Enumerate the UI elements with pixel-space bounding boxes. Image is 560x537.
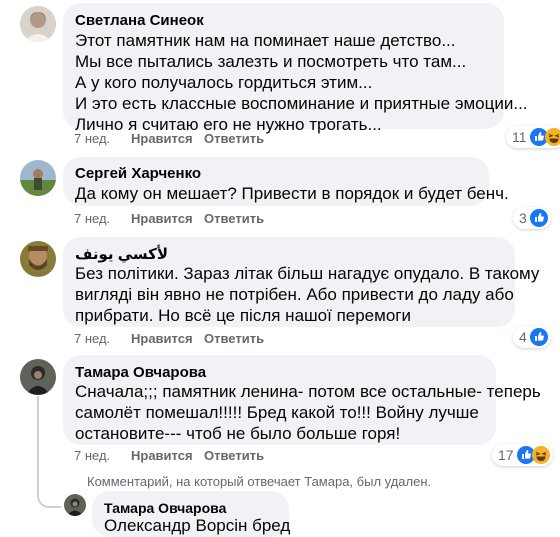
comment-bubble: Светлана Синеок Этот памятник нам на пом… bbox=[63, 3, 528, 134]
reaction-count: 3 bbox=[519, 210, 527, 226]
comment-text-line: И это есть классные воспоминание и прият… bbox=[75, 94, 528, 113]
like-icon bbox=[529, 209, 548, 227]
comment-text-line: Сначала;;; памятник ленина- потом все ос… bbox=[75, 382, 541, 401]
haha-icon bbox=[531, 446, 550, 464]
comment-time[interactable]: 7 нед. bbox=[74, 448, 110, 463]
reply-text: Олександр Ворсін бред bbox=[104, 515, 290, 536]
reaction-count: 11 bbox=[512, 129, 527, 145]
user-photo-icon bbox=[20, 241, 56, 277]
comment-text: Да кому он мешает? Привести в порядок и … bbox=[75, 183, 509, 204]
reply-button[interactable]: Ответить bbox=[204, 131, 264, 146]
avatar[interactable] bbox=[20, 6, 56, 42]
reply-text-line: Олександр Ворсін бред bbox=[104, 516, 291, 535]
comment-bubble: Сергей Харченко Да кому он мешает? Приве… bbox=[63, 157, 509, 206]
comment-text-line: Без політики. Зараз літак більш нагадує … bbox=[75, 264, 540, 283]
avatar[interactable] bbox=[20, 241, 56, 277]
comment-text: Этот памятник нам на поминает наше детст… bbox=[75, 30, 528, 135]
comment-text-line: остановите--- чтоб не было больше горя! bbox=[75, 424, 401, 443]
comment-bubble: لأكسي يونف Без політики. Зараз літак біл… bbox=[63, 237, 539, 327]
thread-line bbox=[37, 396, 39, 492]
like-button[interactable]: Нравится bbox=[131, 448, 193, 463]
reply-bubble: Тамара Овчарова Олександр Ворсін бред bbox=[92, 491, 290, 537]
comment-time[interactable]: 7 нед. bbox=[74, 331, 110, 346]
comment-text-line: прибрати. Но всё це після нашої перемоги bbox=[75, 306, 411, 325]
reply-button[interactable]: Ответить bbox=[204, 448, 264, 463]
comment-author[interactable]: Тамара Овчарова bbox=[75, 364, 206, 382]
reaction-count: 4 bbox=[519, 329, 527, 345]
reaction-summary[interactable]: 11 bbox=[506, 126, 560, 148]
comment-author[interactable]: Светлана Синеок bbox=[75, 12, 204, 30]
comment-time[interactable]: 7 нед. bbox=[74, 211, 110, 226]
comment-author[interactable]: Сергей Харченко bbox=[75, 165, 201, 183]
like-icon bbox=[529, 328, 548, 346]
comment-text-line: Да кому он мешает? Привести в порядок и … bbox=[75, 184, 509, 203]
avatar[interactable] bbox=[64, 494, 86, 516]
user-photo-icon bbox=[20, 6, 56, 42]
reaction-count: 17 bbox=[498, 447, 514, 463]
reaction-summary[interactable]: 3 bbox=[513, 207, 551, 229]
comment-text-line: Этот памятник нам на поминает наше детст… bbox=[75, 31, 456, 50]
comment-time[interactable]: 7 нед. bbox=[74, 131, 110, 146]
reply-button[interactable]: Ответить bbox=[204, 331, 264, 346]
comment-bubble: Тамара Овчарова Сначала;;; памятник лени… bbox=[63, 355, 541, 445]
comment-text-line: А у кого получалось гордиться этим... bbox=[75, 73, 373, 92]
haha-icon bbox=[544, 128, 560, 146]
user-photo-icon bbox=[20, 359, 56, 395]
like-button[interactable]: Нравится bbox=[131, 331, 193, 346]
avatar[interactable] bbox=[20, 160, 56, 196]
deleted-comment-notice: Комментарий, на который отвечает Тамара,… bbox=[87, 474, 432, 489]
user-photo-icon bbox=[20, 160, 56, 196]
comment-text-line: самолёт помешал!!!!! Бред какой то!!! Во… bbox=[75, 403, 479, 422]
reaction-summary[interactable]: 4 bbox=[513, 326, 551, 348]
comment-text-line: вигляді він явно не потрібен. Або привес… bbox=[75, 285, 514, 304]
reaction-summary[interactable]: 17 bbox=[492, 444, 553, 466]
like-button[interactable]: Нравится bbox=[131, 131, 193, 146]
comment-text-line: Мы все пытались залезть и посмотреть что… bbox=[75, 52, 467, 71]
comment-text: Без політики. Зараз літак більш нагадує … bbox=[75, 263, 539, 326]
reply-button[interactable]: Ответить bbox=[204, 211, 264, 226]
like-button[interactable]: Нравится bbox=[131, 211, 193, 226]
avatar[interactable] bbox=[20, 359, 56, 395]
user-photo-icon bbox=[64, 494, 86, 516]
thread-connector bbox=[37, 490, 61, 508]
comment-text: Сначала;;; памятник ленина- потом все ос… bbox=[75, 381, 541, 444]
comment-author[interactable]: لأكسي يونف bbox=[75, 246, 168, 264]
